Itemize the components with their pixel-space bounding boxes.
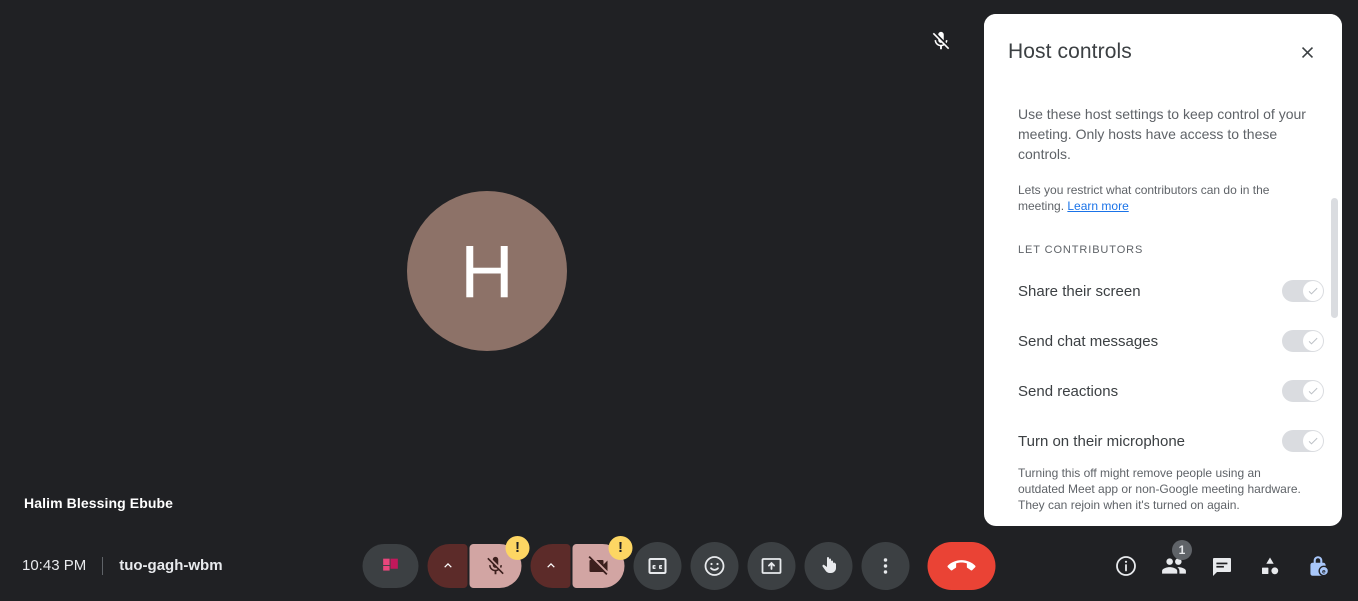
avatar-initial: H: [460, 229, 514, 313]
mic-off-icon: [925, 25, 957, 57]
host-controls-panel: Host controls Use these host settings to…: [984, 14, 1342, 526]
close-icon[interactable]: [1290, 35, 1324, 69]
setting-row: Turn on their microphone: [1018, 426, 1324, 456]
figma-app-icon[interactable]: [362, 543, 419, 588]
setting-label: Send chat messages: [1018, 332, 1159, 350]
participant-name-label: Halim Blessing Ebube: [24, 495, 174, 511]
reactions-button[interactable]: [690, 541, 739, 590]
setting-toggle[interactable]: [1282, 430, 1324, 452]
microphone-options-chevron-icon[interactable]: [427, 543, 468, 588]
svg-text:e: e: [1322, 568, 1326, 575]
avatar: H: [407, 191, 567, 351]
panel-intro: Use these host settings to keep control …: [1018, 106, 1306, 162]
setting-description: Turning this off might remove people usi…: [1018, 466, 1301, 512]
panel-title: Host controls: [1008, 40, 1132, 63]
setting-row: Share their screen: [1018, 276, 1324, 306]
panel-subnote: Lets you restrict what contributors can …: [1018, 182, 1308, 214]
toggle-knob: [1303, 381, 1323, 401]
panel-header: Host controls: [984, 14, 1342, 92]
setting-toggle[interactable]: [1282, 330, 1324, 352]
panel-scrollbar[interactable]: [1331, 118, 1338, 522]
panel-body: Use these host settings to keep control …: [984, 92, 1342, 526]
meeting-time: 10:43 PM: [22, 557, 87, 574]
more-options-button[interactable]: [861, 541, 910, 590]
panel-scrollbar-thumb[interactable]: [1331, 198, 1338, 318]
captions-button[interactable]: [633, 541, 682, 590]
end-call-button[interactable]: [927, 541, 996, 590]
camera-control-group: !: [530, 535, 633, 588]
setting-row: Send reactions: [1018, 376, 1324, 406]
setting-toggle[interactable]: [1282, 380, 1324, 402]
setting-label: Turn on their microphone: [1018, 432, 1186, 450]
activities-icon[interactable]: [1248, 544, 1292, 588]
people-count-badge: 1: [1172, 539, 1192, 560]
toggle-knob: [1303, 431, 1323, 451]
panel-subnote-text: Lets you restrict what contributors can …: [1018, 183, 1270, 213]
toggle-knob: [1303, 281, 1323, 301]
video-stage: H Halim Blessing Ebube: [0, 0, 975, 530]
section-label-let-contributors: LET CONTRIBUTORS: [1018, 244, 1144, 256]
microphone-button[interactable]: !: [469, 535, 530, 588]
meet-window: H Halim Blessing Ebube Host controls Use…: [0, 0, 1358, 601]
meta-divider: [102, 556, 104, 575]
camera-warning-badge: !: [608, 535, 633, 560]
center-controls: ! !: [362, 535, 996, 590]
host-controls-lock-icon[interactable]: e: [1296, 544, 1340, 588]
setting-toggle[interactable]: [1282, 280, 1324, 302]
setting-row: Send chat messages: [1018, 326, 1324, 356]
setting-label: Send reactions: [1018, 382, 1119, 400]
chat-icon[interactable]: [1200, 544, 1244, 588]
camera-button[interactable]: !: [572, 535, 633, 588]
toggle-knob: [1303, 331, 1323, 351]
learn-more-link[interactable]: Learn more: [1067, 199, 1128, 213]
bottom-toolbar: 10:43 PM tuo-gagh-wbm ! ! 1 e: [0, 530, 1358, 601]
right-controls: 1 e: [1104, 539, 1340, 588]
camera-options-chevron-icon[interactable]: [530, 543, 571, 588]
people-icon[interactable]: 1: [1152, 539, 1196, 588]
microphone-warning-badge: !: [505, 535, 530, 560]
present-screen-button[interactable]: [747, 541, 796, 590]
meeting-code: tuo-gagh-wbm: [119, 557, 223, 574]
setting-label: Share their screen: [1018, 282, 1141, 300]
meeting-meta: 10:43 PM tuo-gagh-wbm: [22, 556, 223, 575]
raise-hand-button[interactable]: [804, 541, 853, 590]
microphone-control-group: !: [427, 535, 530, 588]
meeting-info-icon[interactable]: [1104, 544, 1148, 588]
